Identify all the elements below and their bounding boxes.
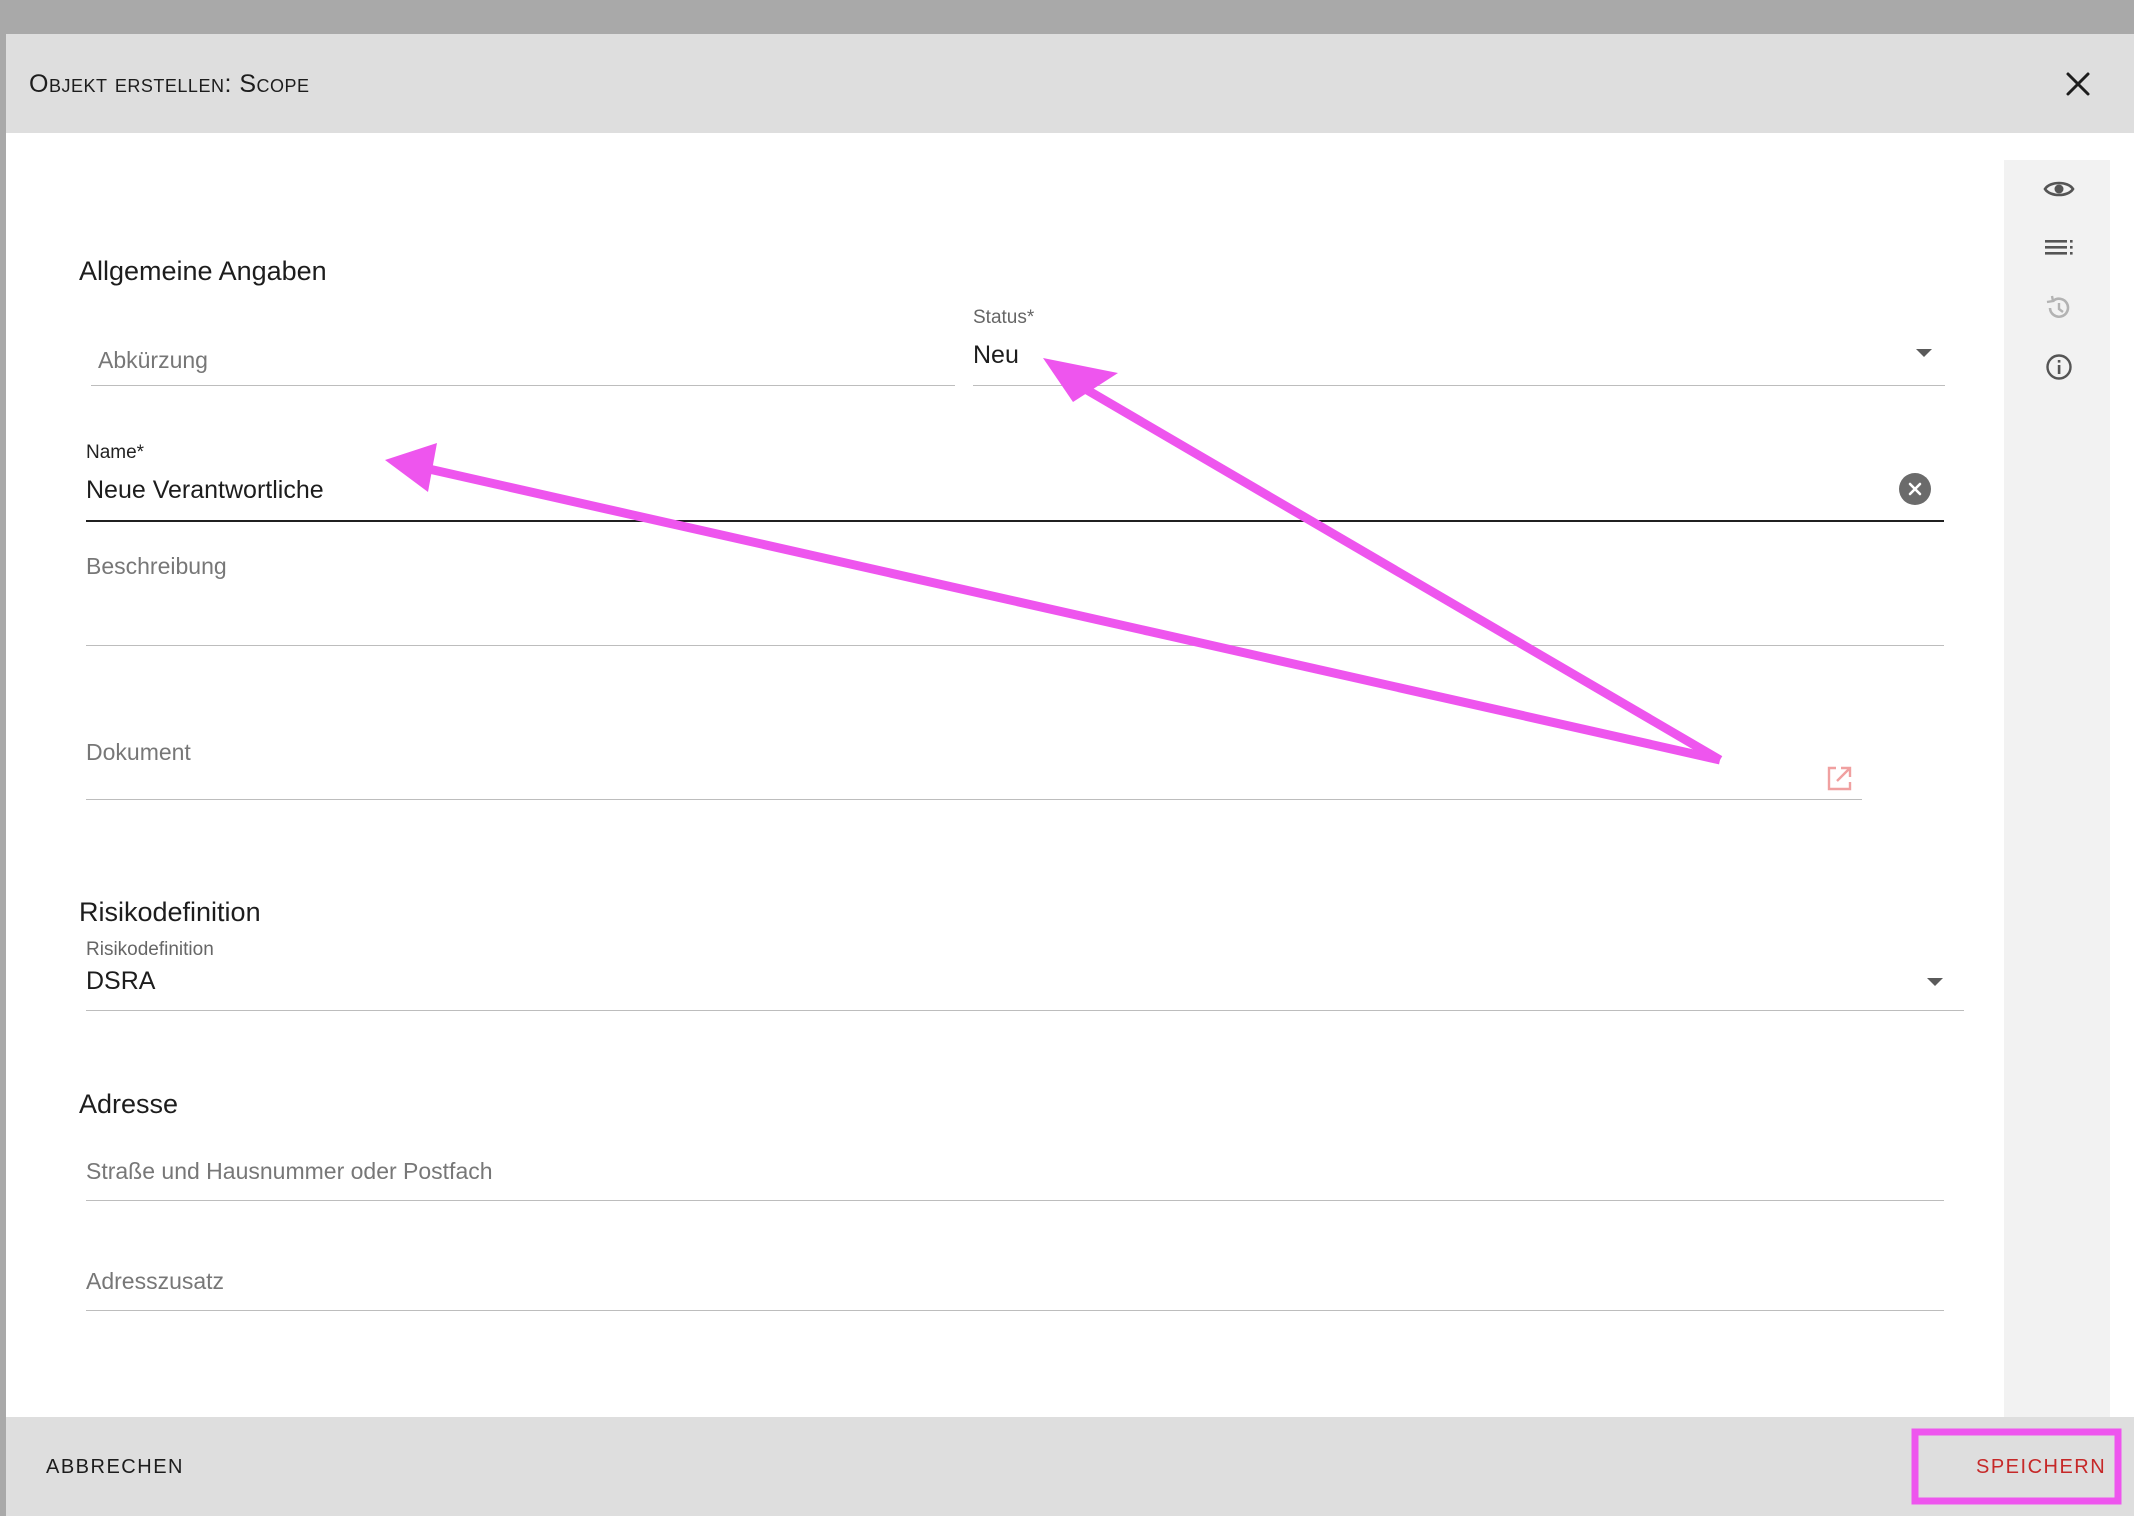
risk-definition-value: DSRA — [86, 967, 156, 995]
status-label: Status* — [973, 307, 1035, 328]
description-placeholder: Beschreibung — [86, 553, 227, 579]
document-field[interactable]: Dokument — [86, 739, 1946, 819]
close-icon — [2066, 72, 2090, 96]
abbreviation-field[interactable]: Abkürzung — [91, 333, 961, 393]
risk-definition-select[interactable]: Risikodefinition DSRA — [79, 939, 1969, 1019]
risk-definition-label: Risikodefinition — [86, 939, 214, 960]
side-toolbar — [2004, 160, 2110, 1426]
section-title-address: Adresse — [79, 1089, 179, 1119]
address-addition-placeholder: Adresszusatz — [86, 1268, 225, 1294]
name-underline — [86, 520, 1944, 522]
section-title-risk: Risikodefinition — [79, 897, 261, 927]
dialog-footer: ABBRECHEN SPEICHERN — [6, 1417, 2134, 1516]
street-field[interactable]: Straße und Hausnummer oder Postfach — [86, 1158, 1946, 1218]
clear-icon[interactable] — [1899, 473, 1931, 505]
close-icon — [1908, 482, 1922, 496]
name-value: Neue Verantwortliche — [86, 476, 324, 504]
description-underline — [86, 645, 1944, 646]
chevron-down-icon — [1927, 978, 1943, 986]
description-field[interactable]: Beschreibung — [86, 553, 1946, 653]
save-button[interactable]: SPEICHERN — [1976, 1456, 2106, 1479]
address-addition-field[interactable]: Adresszusatz — [86, 1268, 1946, 1328]
close-button[interactable] — [2060, 66, 2096, 102]
name-label: Name* — [86, 442, 145, 463]
dialog-header: Objekt erstellen: Scope — [6, 34, 2134, 133]
list-icon[interactable] — [2042, 232, 2076, 266]
eye-icon[interactable] — [2042, 172, 2076, 206]
street-underline — [86, 1200, 1944, 1201]
info-icon[interactable] — [2042, 350, 2076, 384]
cancel-button[interactable]: ABBRECHEN — [46, 1456, 184, 1479]
name-field[interactable]: Name* Neue Verantwortliche — [79, 442, 1949, 532]
create-object-dialog: Objekt erstellen: Scope Allgemeine Angab… — [6, 34, 2134, 1516]
dialog-title: Objekt erstellen: Scope — [29, 70, 310, 98]
history-icon[interactable] — [2042, 291, 2076, 325]
dialog-content: Allgemeine Angaben Abkürzung Status* Neu… — [6, 133, 2006, 1451]
status-value: Neu — [973, 341, 1019, 369]
document-underline — [86, 799, 1862, 800]
abbreviation-underline — [91, 385, 955, 386]
open-external-icon[interactable] — [1824, 764, 1854, 794]
abbreviation-placeholder: Abkürzung — [98, 347, 208, 373]
status-underline — [973, 385, 1945, 386]
backdrop — [0, 0, 2134, 34]
chevron-down-icon — [1916, 349, 1932, 357]
address-addition-underline — [86, 1310, 1944, 1311]
section-title-general: Allgemeine Angaben — [79, 256, 327, 286]
document-placeholder: Dokument — [86, 739, 191, 765]
street-placeholder: Straße und Hausnummer oder Postfach — [86, 1158, 493, 1184]
risk-definition-underline — [86, 1010, 1964, 1011]
status-select[interactable]: Status* Neu — [973, 307, 1953, 397]
